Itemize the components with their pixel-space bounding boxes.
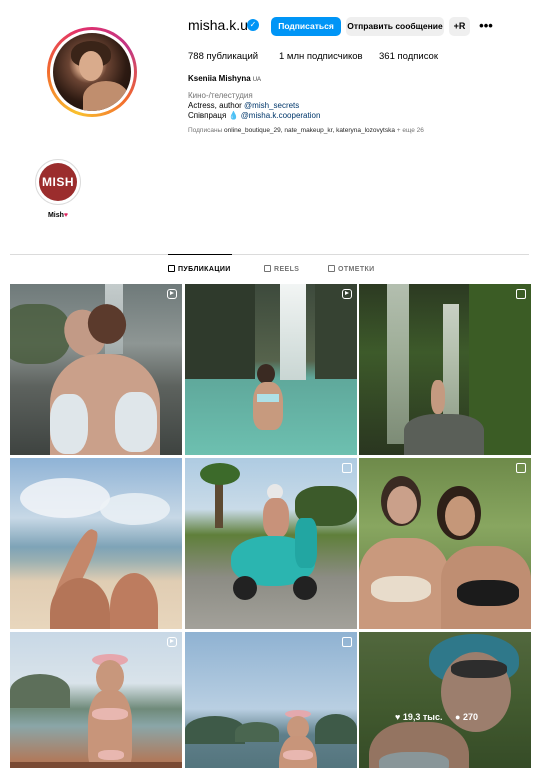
follow-button[interactable]: Подписаться: [271, 17, 341, 36]
post-tile[interactable]: [185, 458, 357, 629]
following-count[interactable]: 361 подписок: [379, 51, 438, 62]
post-tile[interactable]: [10, 632, 182, 768]
comment-icon: ●: [455, 712, 463, 722]
reel-icon: [167, 637, 177, 647]
grid-icon: [168, 265, 175, 272]
tab-reels[interactable]: REELS: [264, 265, 299, 273]
carousel-icon: [516, 463, 526, 473]
profile-category: Кино-/телестудия: [188, 91, 253, 100]
heart-icon: ♥: [63, 212, 69, 219]
post-tile[interactable]: [185, 284, 357, 455]
verified-badge-icon: ✓: [247, 19, 259, 31]
highlight-label: Mish♥: [35, 212, 81, 219]
profile-avatar[interactable]: [47, 27, 137, 117]
post-comments-count: 270: [462, 712, 478, 722]
carousel-icon: [342, 463, 352, 473]
tab-tagged[interactable]: ОТМЕТКИ: [328, 265, 375, 273]
posts-count: 788 публикаций: [188, 51, 259, 62]
bio-line-1: Actress, author @mish_secrets: [188, 101, 299, 110]
story-highlight[interactable]: MISH: [35, 159, 81, 205]
profile-full-name: Kseniia Mishyna UA: [188, 74, 261, 83]
post-likes-count: 19,3 тыс.: [402, 712, 443, 722]
post-tile[interactable]: [359, 284, 531, 455]
post-tile[interactable]: [10, 458, 182, 629]
send-message-button[interactable]: Отправить сообщение: [346, 17, 444, 36]
followed-by[interactable]: Подписаны online_boutique_29, nate_makeu…: [188, 127, 424, 134]
tab-posts[interactable]: ПУБЛИКАЦИИ: [168, 265, 231, 273]
avatar-photo: [53, 33, 131, 111]
carousel-icon: [516, 289, 526, 299]
followers-count[interactable]: 1 млн подписчиков: [279, 51, 363, 62]
tab-posts-label: ПУБЛИКАЦИИ: [178, 266, 231, 273]
suggested-users-button[interactable]: +R: [449, 17, 470, 36]
bio-link-cooperation[interactable]: @misha.k.cooperation: [241, 111, 321, 120]
post-comments: ● 270: [455, 712, 478, 722]
followed-by-names[interactable]: online_boutique_29, nate_makeup_kr, kate…: [224, 127, 395, 134]
post-hover-overlay: [359, 632, 531, 768]
active-tab-indicator: [168, 254, 232, 255]
profile-username: misha.k.ua: [188, 17, 256, 33]
tab-tagged-label: ОТМЕТКИ: [338, 266, 375, 273]
bio-line-2-text: Співпраця 💧: [188, 111, 241, 120]
full-name-suffix: UA: [252, 77, 262, 83]
post-tile[interactable]: [10, 284, 182, 455]
bio-line-2: Співпраця 💧 @misha.k.cooperation: [188, 111, 320, 120]
tab-reels-label: REELS: [274, 266, 300, 273]
full-name-text: Kseniia Mishyna: [188, 74, 251, 83]
reels-icon: [264, 265, 271, 272]
more-options-icon[interactable]: •••: [478, 17, 494, 36]
tabs-divider: [10, 254, 529, 255]
carousel-icon: [342, 637, 352, 647]
highlight-label-text: Mish: [47, 212, 64, 219]
heart-icon: ♥: [395, 712, 403, 722]
post-likes: ♥ 19,3 тыс.: [395, 712, 442, 722]
post-tile[interactable]: [185, 632, 357, 768]
post-tile[interactable]: [359, 458, 531, 629]
reel-icon: [167, 289, 177, 299]
bio-link-mish-secrets[interactable]: @mish_secrets: [244, 101, 299, 110]
followed-by-suffix: + еще 26: [394, 127, 424, 134]
bio-line-1-text: Actress, author: [188, 101, 245, 110]
reel-icon: [342, 289, 352, 299]
highlight-cover: MISH: [39, 163, 77, 201]
post-tile[interactable]: ♥ 19,3 тыс. ● 270: [359, 632, 531, 768]
tagged-icon: [328, 265, 335, 272]
followed-by-prefix: Подписаны: [188, 127, 225, 134]
